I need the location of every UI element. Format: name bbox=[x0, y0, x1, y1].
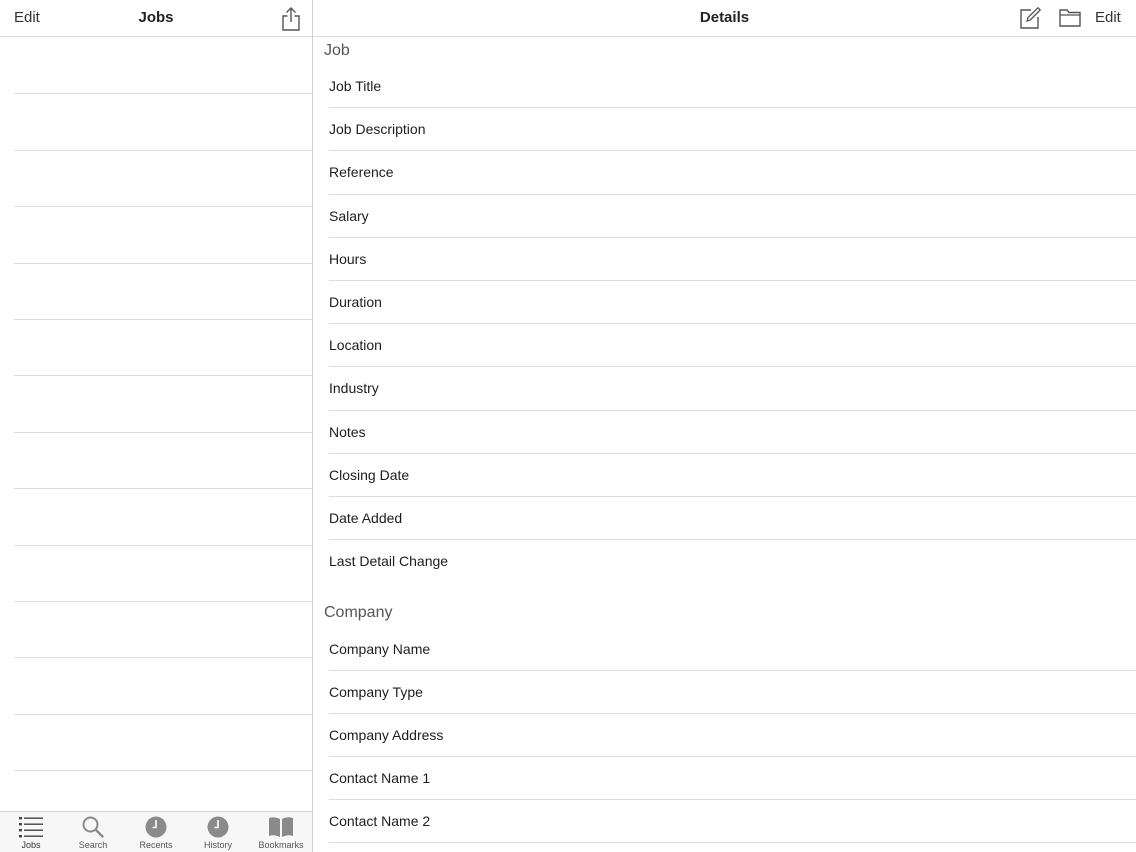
compose-icon bbox=[1020, 6, 1042, 29]
tab-label: History bbox=[203, 840, 232, 850]
field-location[interactable]: Location bbox=[329, 324, 1136, 368]
search-icon bbox=[82, 816, 104, 843]
field-notes[interactable]: Notes bbox=[329, 411, 1136, 454]
clock-icon bbox=[145, 816, 167, 843]
field-duration[interactable]: Duration bbox=[329, 281, 1136, 325]
field-label: Last Detail Change bbox=[329, 553, 449, 570]
field-industry[interactable]: Industry bbox=[329, 367, 1136, 411]
tab-label: Jobs bbox=[21, 840, 41, 850]
details-title: Details bbox=[699, 9, 750, 26]
field-label: Contact Name 2 bbox=[329, 813, 431, 830]
field-label: Hours bbox=[329, 250, 367, 267]
tab-recents[interactable]: Recents bbox=[125, 812, 187, 852]
field-reference[interactable]: Reference bbox=[329, 151, 1136, 195]
share-button[interactable] bbox=[280, 6, 302, 32]
field-contact-name-1[interactable]: Contact Name 1 bbox=[329, 757, 1136, 801]
details-pane: Details Edit Job Job Title Job Descripti… bbox=[313, 0, 1136, 852]
tab-jobs[interactable]: Jobs bbox=[0, 812, 62, 852]
field-label: Job Description bbox=[329, 121, 426, 138]
field-job-description[interactable]: Job Description bbox=[329, 108, 1136, 152]
section-header-company: Company bbox=[324, 604, 393, 621]
details-nav-bar: Details Edit bbox=[313, 0, 1136, 37]
field-company-name[interactable]: Company Name bbox=[329, 628, 1136, 671]
tab-label: Bookmarks bbox=[258, 840, 304, 850]
field-label: Closing Date bbox=[329, 466, 410, 483]
field-label: Reference bbox=[329, 164, 394, 181]
field-date-added[interactable]: Date Added bbox=[329, 497, 1136, 541]
share-icon bbox=[282, 7, 300, 31]
field-label: Company Name bbox=[329, 640, 431, 657]
jobs-nav-bar: Edit Jobs bbox=[0, 0, 312, 37]
tab-history[interactable]: History bbox=[187, 812, 249, 852]
compose-button[interactable] bbox=[1019, 6, 1042, 29]
field-label: Location bbox=[329, 337, 382, 354]
field-company-address[interactable]: Company Address bbox=[329, 714, 1136, 758]
list-item[interactable] bbox=[0, 94, 312, 152]
field-label: Salary bbox=[329, 207, 369, 224]
field-label: Notes bbox=[329, 423, 366, 440]
clock-icon bbox=[207, 816, 229, 843]
field-label: Contact Name 1 bbox=[329, 770, 431, 787]
jobs-list bbox=[0, 38, 312, 828]
field-contact-name-2[interactable]: Contact Name 2 bbox=[329, 800, 1136, 844]
list-item[interactable] bbox=[0, 38, 312, 95]
field-label: Job Title bbox=[329, 78, 382, 94]
list-item[interactable] bbox=[0, 320, 312, 377]
list-item[interactable] bbox=[0, 489, 312, 546]
list-item[interactable] bbox=[0, 207, 312, 264]
tab-bar: Jobs Search Recents History Bookmarks bbox=[0, 811, 312, 852]
folder-icon bbox=[1059, 9, 1081, 27]
list-item[interactable] bbox=[0, 433, 312, 490]
field-last-detail-change[interactable]: Last Detail Change bbox=[329, 540, 1136, 583]
tab-bookmarks[interactable]: Bookmarks bbox=[250, 812, 312, 852]
list-item[interactable] bbox=[0, 376, 312, 434]
field-label: Duration bbox=[329, 294, 382, 310]
book-icon bbox=[268, 816, 294, 843]
field-label: Company Type bbox=[329, 683, 423, 700]
field-label: Date Added bbox=[329, 510, 403, 526]
jobs-master-pane: Edit Jobs Jobs Search Recents History Bo… bbox=[0, 0, 312, 852]
list-item[interactable] bbox=[0, 264, 312, 321]
list-item[interactable] bbox=[0, 602, 312, 659]
list-item[interactable] bbox=[0, 546, 312, 603]
field-label: Industry bbox=[329, 380, 379, 397]
details-edit-button[interactable]: Edit bbox=[1095, 9, 1121, 26]
field-salary[interactable]: Salary bbox=[329, 195, 1136, 238]
tab-label: Recents bbox=[139, 840, 173, 850]
field-closing-date[interactable]: Closing Date bbox=[329, 454, 1136, 498]
folder-button[interactable] bbox=[1059, 8, 1081, 28]
field-job-title[interactable]: Job Title bbox=[329, 65, 1136, 109]
field-company-type[interactable]: Company Type bbox=[329, 671, 1136, 715]
jobs-title: Jobs bbox=[138, 9, 174, 26]
field-label: Company Address bbox=[329, 726, 444, 743]
list-icon bbox=[19, 816, 43, 843]
list-item[interactable] bbox=[0, 715, 312, 772]
tab-search[interactable]: Search bbox=[62, 812, 124, 852]
list-item[interactable] bbox=[0, 151, 312, 208]
jobs-edit-button[interactable]: Edit bbox=[14, 9, 40, 26]
tab-label: Search bbox=[78, 840, 108, 850]
field-hours[interactable]: Hours bbox=[329, 238, 1136, 282]
list-item[interactable] bbox=[0, 658, 312, 716]
section-header-job: Job bbox=[324, 42, 350, 59]
